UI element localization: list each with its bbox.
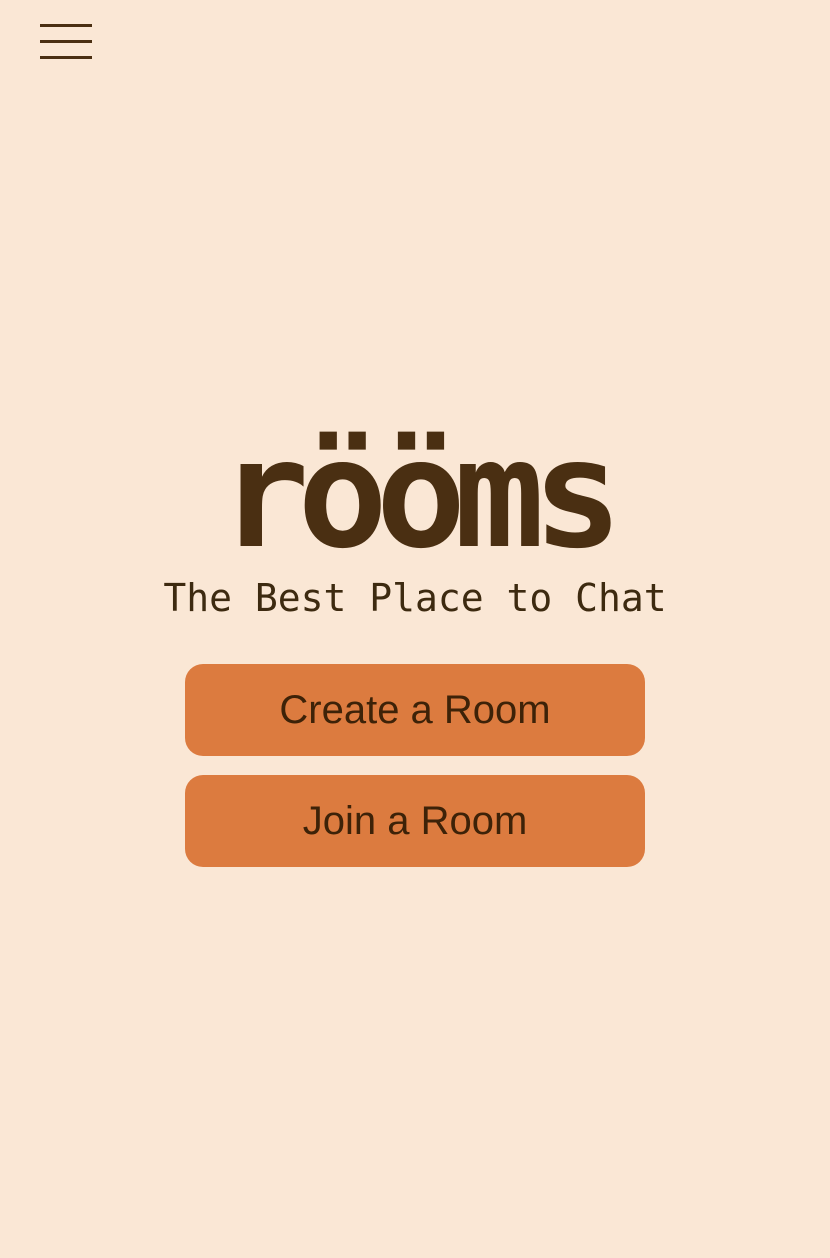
- tagline: The Best Place to Chat: [163, 576, 667, 620]
- logo-wordmark: rööms: [219, 408, 623, 582]
- hamburger-menu-button[interactable]: [40, 24, 92, 60]
- hamburger-menu-icon: [40, 24, 92, 27]
- hamburger-menu-icon-bar: [40, 56, 92, 59]
- logo: rööms: [170, 420, 660, 570]
- create-room-button[interactable]: Create a Room: [185, 664, 645, 756]
- join-room-button[interactable]: Join a Room: [185, 775, 645, 867]
- hero: rööms The Best Place to Chat Create a Ro…: [0, 420, 830, 867]
- hamburger-menu-icon-bar: [40, 40, 92, 43]
